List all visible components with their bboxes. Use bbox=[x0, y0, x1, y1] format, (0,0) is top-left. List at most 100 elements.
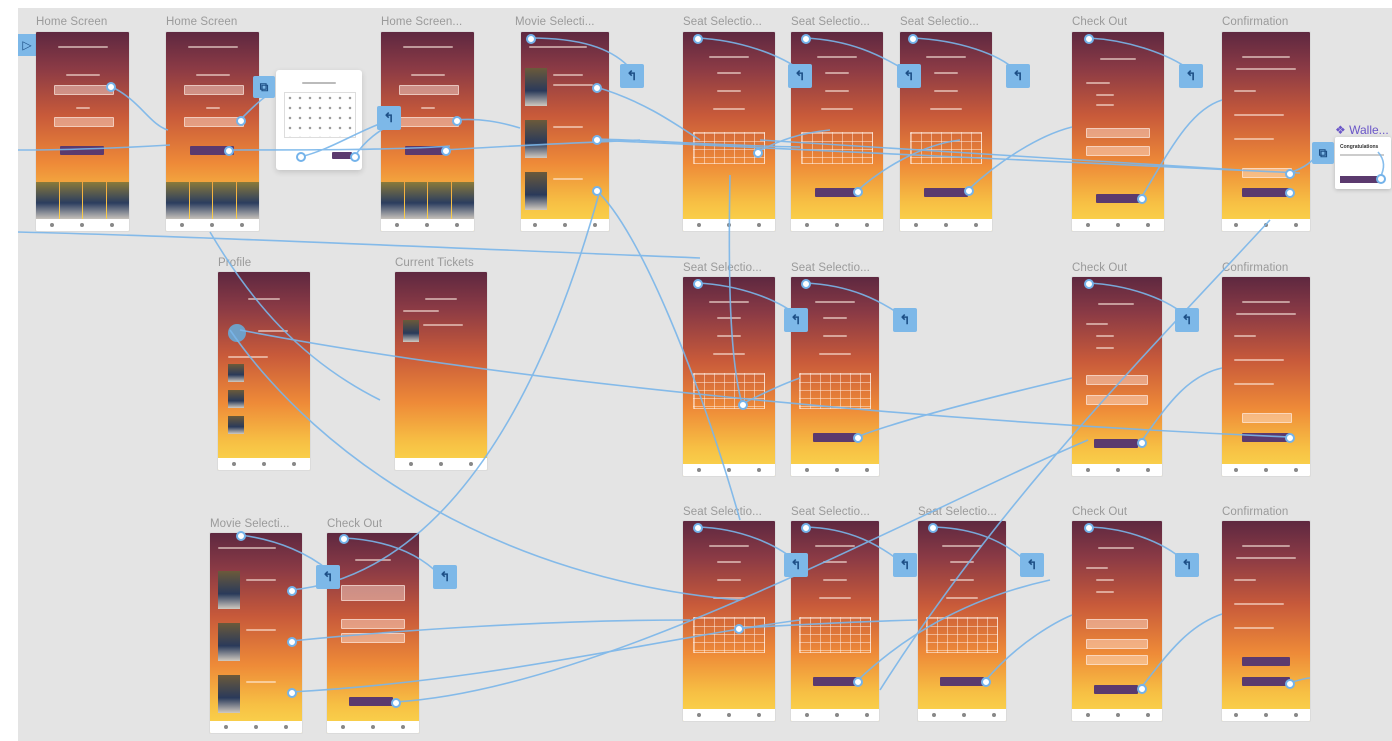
back-arrow-icon[interactable]: ↰ bbox=[316, 565, 340, 589]
back-arrow-icon[interactable]: ↰ bbox=[784, 308, 808, 332]
artboard-title-seat-r2-2[interactable]: Seat Selectio... bbox=[791, 262, 870, 274]
wire-handle[interactable] bbox=[452, 116, 462, 126]
back-arrow-icon[interactable]: ↰ bbox=[893, 308, 917, 332]
artboard-confirm-r2[interactable] bbox=[1222, 277, 1310, 476]
wire-handle[interactable] bbox=[592, 186, 602, 196]
wire-handle[interactable] bbox=[224, 146, 234, 156]
artboard-title-seat-r2-1[interactable]: Seat Selectio... bbox=[683, 262, 762, 274]
artboard-title-current-tickets[interactable]: Current Tickets bbox=[395, 257, 474, 269]
back-arrow-icon[interactable]: ↰ bbox=[784, 553, 808, 577]
artboard-seat-r1-2[interactable] bbox=[791, 32, 883, 231]
artboard-profile[interactable] bbox=[218, 272, 310, 470]
wire-handle[interactable] bbox=[753, 148, 763, 158]
calendar-overlay[interactable] bbox=[276, 70, 362, 170]
back-arrow-icon[interactable]: ↰ bbox=[433, 565, 457, 589]
back-arrow-icon[interactable]: ↰ bbox=[1175, 553, 1199, 577]
artboard-movie-2[interactable] bbox=[210, 533, 302, 733]
artboard-title-checkout-r3b[interactable]: Check Out bbox=[1072, 506, 1127, 518]
artboard-title-checkout-r1[interactable]: Check Out bbox=[1072, 16, 1127, 28]
artboard-seat-r3-3[interactable] bbox=[918, 521, 1006, 721]
flow-start-icon[interactable]: ▷ bbox=[18, 34, 36, 56]
artboard-home-3[interactable] bbox=[381, 32, 474, 231]
back-arrow-icon[interactable]: ↰ bbox=[1179, 64, 1203, 88]
overlay-trigger-icon[interactable]: ⧉ bbox=[253, 76, 275, 98]
artboard-title-seat-r1-1[interactable]: Seat Selectio... bbox=[683, 16, 762, 28]
wire-handle[interactable] bbox=[526, 34, 536, 44]
wire-handle[interactable] bbox=[391, 698, 401, 708]
wire-handle[interactable] bbox=[441, 146, 451, 156]
wire-handle[interactable] bbox=[853, 677, 863, 687]
artboard-seat-r3-1[interactable] bbox=[683, 521, 775, 721]
artboard-title-seat-r3-1[interactable]: Seat Selectio... bbox=[683, 506, 762, 518]
overlay-trigger-icon[interactable]: ⧉ bbox=[1312, 142, 1334, 164]
wire-handle[interactable] bbox=[928, 523, 938, 533]
wallet-component-label[interactable]: ❖ Walle... bbox=[1335, 123, 1389, 137]
wire-handle[interactable] bbox=[853, 187, 863, 197]
wire-handle[interactable] bbox=[1376, 174, 1386, 184]
artboard-title-home-2[interactable]: Home Screen bbox=[166, 16, 237, 28]
artboard-confirm-r3[interactable] bbox=[1222, 521, 1310, 721]
back-arrow-icon[interactable]: ↰ bbox=[788, 64, 812, 88]
wire-handle[interactable] bbox=[1084, 34, 1094, 44]
back-arrow-icon[interactable]: ↰ bbox=[377, 106, 401, 130]
wire-handle[interactable] bbox=[287, 688, 297, 698]
artboard-title-confirm-r3[interactable]: Confirmation bbox=[1222, 506, 1288, 518]
artboard-seat-r1-3[interactable] bbox=[900, 32, 992, 231]
wire-handle[interactable] bbox=[908, 34, 918, 44]
artboard-checkout-r1[interactable] bbox=[1072, 32, 1164, 231]
artboard-seat-r2-1[interactable] bbox=[683, 277, 775, 476]
wire-handle[interactable] bbox=[734, 624, 744, 634]
wire-handle[interactable] bbox=[1285, 169, 1295, 179]
wire-handle[interactable] bbox=[287, 637, 297, 647]
wire-handle[interactable] bbox=[981, 677, 991, 687]
wire-handle[interactable] bbox=[236, 116, 246, 126]
wire-handle[interactable] bbox=[693, 279, 703, 289]
back-arrow-icon[interactable]: ↰ bbox=[1006, 64, 1030, 88]
wire-handle[interactable] bbox=[592, 135, 602, 145]
wire-handle[interactable] bbox=[801, 279, 811, 289]
artboard-current-tickets[interactable] bbox=[395, 272, 487, 470]
artboard-seat-r1-1[interactable] bbox=[683, 32, 775, 231]
wire-handle[interactable] bbox=[106, 82, 116, 92]
wire-handle[interactable] bbox=[1084, 523, 1094, 533]
artboard-seat-r2-2[interactable] bbox=[791, 277, 879, 476]
wire-handle[interactable] bbox=[1137, 194, 1147, 204]
wire-handle[interactable] bbox=[592, 83, 602, 93]
wire-handle[interactable] bbox=[1285, 433, 1295, 443]
wire-handle[interactable] bbox=[964, 186, 974, 196]
wire-handle[interactable] bbox=[801, 523, 811, 533]
artboard-home-2[interactable] bbox=[166, 32, 259, 231]
artboard-movie-1[interactable] bbox=[521, 32, 609, 231]
artboard-title-confirm-r1[interactable]: Confirmation bbox=[1222, 16, 1288, 28]
wire-handle[interactable] bbox=[693, 34, 703, 44]
wire-handle[interactable] bbox=[738, 400, 748, 410]
wire-handle[interactable] bbox=[296, 152, 306, 162]
artboard-title-profile[interactable]: Profile bbox=[218, 257, 251, 269]
artboard-title-seat-r3-2[interactable]: Seat Selectio... bbox=[791, 506, 870, 518]
back-arrow-icon[interactable]: ↰ bbox=[893, 553, 917, 577]
wire-handle[interactable] bbox=[287, 586, 297, 596]
artboard-confirm-r1[interactable] bbox=[1222, 32, 1310, 231]
back-arrow-icon[interactable]: ↰ bbox=[1175, 308, 1199, 332]
artboard-title-confirm-r2[interactable]: Confirmation bbox=[1222, 262, 1288, 274]
artboard-title-home-3[interactable]: Home Screen... bbox=[381, 16, 462, 28]
wire-handle[interactable] bbox=[236, 531, 246, 541]
artboard-checkout-r2[interactable] bbox=[1072, 277, 1162, 476]
back-arrow-icon[interactable]: ↰ bbox=[620, 64, 644, 88]
artboard-title-seat-r1-2[interactable]: Seat Selectio... bbox=[791, 16, 870, 28]
artboard-title-seat-r3-3[interactable]: Seat Selectio... bbox=[918, 506, 997, 518]
wire-handle[interactable] bbox=[350, 152, 360, 162]
wire-handle[interactable] bbox=[693, 523, 703, 533]
back-arrow-icon[interactable]: ↰ bbox=[1020, 553, 1044, 577]
wire-handle[interactable] bbox=[1084, 279, 1094, 289]
artboard-title-checkout-r2[interactable]: Check Out bbox=[1072, 262, 1127, 274]
artboard-seat-r3-2[interactable] bbox=[791, 521, 879, 721]
wire-handle[interactable] bbox=[1137, 684, 1147, 694]
artboard-title-checkout-r3a[interactable]: Check Out bbox=[327, 518, 382, 530]
wire-handle[interactable] bbox=[801, 34, 811, 44]
wire-handle[interactable] bbox=[339, 534, 349, 544]
artboard-checkout-r3a[interactable] bbox=[327, 533, 419, 733]
artboard-title-movie-1[interactable]: Movie Selecti... bbox=[515, 16, 595, 28]
artboard-title-seat-r1-3[interactable]: Seat Selectio... bbox=[900, 16, 979, 28]
wire-handle[interactable] bbox=[853, 433, 863, 443]
